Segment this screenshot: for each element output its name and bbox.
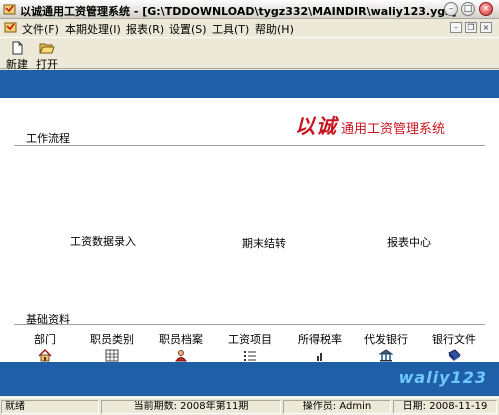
basic-item-bank[interactable]: 代发银行 xyxy=(358,331,414,362)
workflow-title: 工作流程 xyxy=(26,132,70,145)
disk-icon xyxy=(448,349,461,361)
menu-bar: 文件(F) 本期处理(I) 报表(R) 设置(S) 工具(T) 帮助(H) – … xyxy=(0,19,499,36)
document-menu-icon[interactable] xyxy=(4,21,17,34)
menu-file[interactable]: 文件(F) xyxy=(22,21,59,37)
workflow-period-end[interactable]: 期末结转 xyxy=(242,235,286,251)
workflow-report-center[interactable]: 报表中心 xyxy=(387,234,431,250)
bank-icon xyxy=(379,349,393,362)
title-bar: 以诚通用工资管理系统 - [G:\TDDOWNLOAD\tygz332\MAIN… xyxy=(0,0,499,19)
maximize-icon[interactable]: □ xyxy=(461,2,475,16)
status-date: 日期: 2008-11-19 xyxy=(393,400,497,414)
basic-item-staff-file[interactable]: 职员档案 xyxy=(153,331,209,362)
bar-chart-icon xyxy=(317,353,322,361)
basic-item-label: 部门 xyxy=(34,333,56,346)
basic-divider xyxy=(14,324,485,325)
basic-item-salary-items[interactable]: 工资项目 xyxy=(222,331,278,362)
list-icon xyxy=(244,351,256,361)
window-title: 以诚通用工资管理系统 - [G:\TDDOWNLOAD\tygz332\MAIN… xyxy=(20,5,457,18)
close-icon[interactable]: × xyxy=(479,2,493,16)
basic-item-label: 银行文件 xyxy=(432,333,476,346)
brand-logo-text: 以诚 xyxy=(295,114,337,138)
status-period: 当前期数: 2008年第11期 xyxy=(101,400,281,414)
open-folder-icon xyxy=(39,43,55,54)
basic-item-label: 所得税率 xyxy=(298,333,342,346)
basic-item-label: 代发银行 xyxy=(364,333,408,346)
brand-watermark: waliy123 xyxy=(398,368,487,387)
workflow-divider xyxy=(14,145,485,146)
status-bar: 就绪 当前期数: 2008年第11期 操作员: Admin 日期: 2008-1… xyxy=(0,397,499,415)
grid-icon xyxy=(105,349,119,362)
menu-period-process[interactable]: 本期处理(I) xyxy=(65,21,121,37)
menu-report[interactable]: 报表(R) xyxy=(126,21,164,37)
workflow-data-entry[interactable]: 工资数据录入 xyxy=(70,233,136,249)
menu-settings[interactable]: 设置(S) xyxy=(169,21,207,37)
basic-item-label: 职员档案 xyxy=(159,333,203,346)
basic-item-label: 职员类别 xyxy=(90,333,134,346)
menu-help[interactable]: 帮助(H) xyxy=(255,21,294,37)
toolbar: 新建 打开 xyxy=(0,37,499,71)
status-ready: 就绪 xyxy=(1,400,99,414)
app-icon[interactable] xyxy=(3,3,16,16)
child-minimize-icon[interactable]: – xyxy=(450,22,462,33)
basic-item-tax-rate[interactable]: 所得税率 xyxy=(292,331,348,362)
basic-item-staff-category[interactable]: 职员类别 xyxy=(84,331,140,362)
house-icon xyxy=(38,349,52,362)
brand-logo: 以诚 通用工资管理系统 xyxy=(295,110,445,139)
basic-item-bank-file[interactable]: 银行文件 xyxy=(426,331,482,362)
new-file-icon xyxy=(12,41,23,55)
header-band xyxy=(0,70,499,98)
basic-item-label: 工资项目 xyxy=(228,333,272,346)
child-restore-icon[interactable]: ❐ xyxy=(465,22,477,33)
person-icon xyxy=(175,350,187,362)
child-close-icon[interactable]: × xyxy=(480,22,492,33)
brand-system-name: 通用工资管理系统 xyxy=(341,122,446,137)
minimize-icon[interactable]: – xyxy=(444,2,458,16)
basic-item-department[interactable]: 部门 xyxy=(17,331,73,362)
new-button[interactable]: 新建 xyxy=(2,39,32,71)
menu-tools[interactable]: 工具(T) xyxy=(212,21,249,37)
status-operator: 操作员: Admin xyxy=(283,400,391,414)
footer-band: waliy123 xyxy=(0,362,499,396)
open-button[interactable]: 打开 xyxy=(32,39,62,71)
